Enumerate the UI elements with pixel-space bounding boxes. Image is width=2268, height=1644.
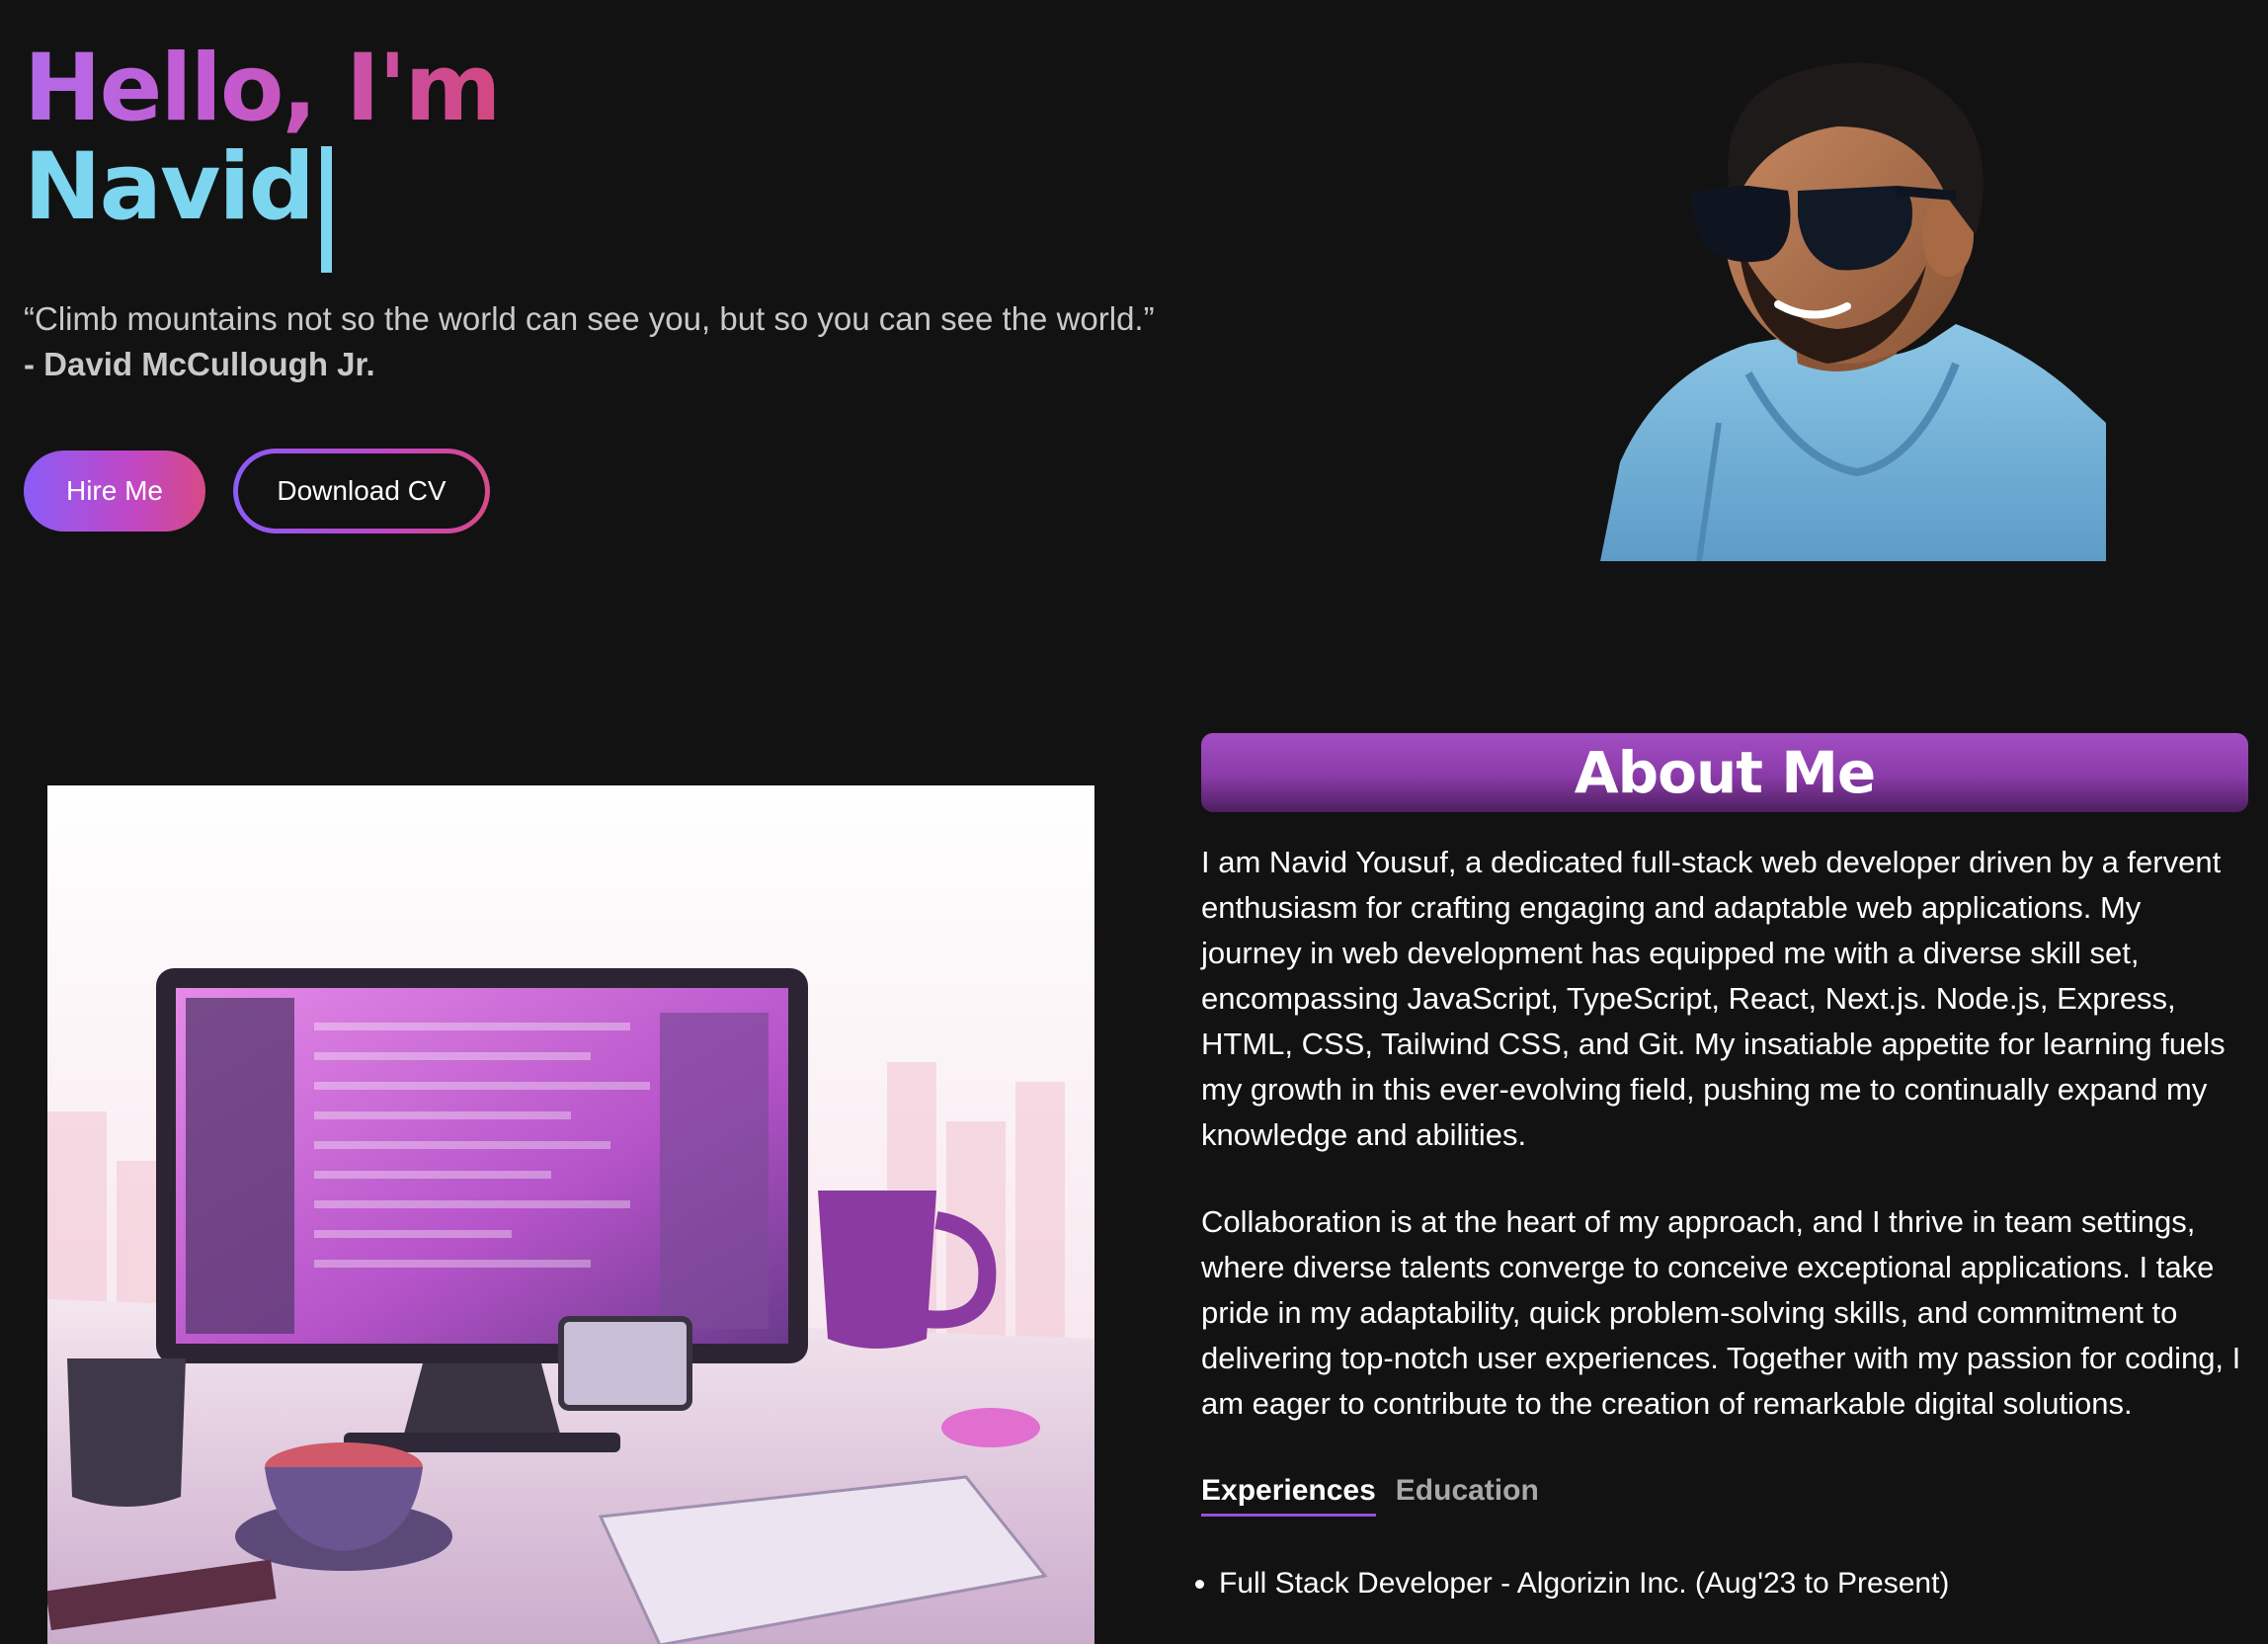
- workspace-illustration: [47, 785, 1094, 1644]
- avatar: [1600, 47, 2106, 562]
- download-cv-border: Download CV: [233, 449, 490, 534]
- typing-cursor: [320, 146, 332, 273]
- hero-greeting: Hello, I'm: [24, 35, 502, 142]
- hero-name: Navid: [24, 133, 315, 241]
- about-paragraph-1: I am Navid Yousuf, a dedicated full-stac…: [1201, 845, 2226, 1152]
- hero-name-line: Navid: [24, 138, 1407, 273]
- portrait-illustration-icon: [1600, 62, 2106, 562]
- hero-section: Hello, I'm Navid “Climb mountains not so…: [24, 40, 1407, 534]
- about-section: About Me I am Navid Yousuf, a dedicated …: [1201, 733, 2248, 1603]
- hero-buttons: Hire Me Download CV: [24, 449, 1407, 534]
- hero-quote-author: - David McCullough Jr.: [24, 346, 375, 382]
- about-paragraph-2: Collaboration is at the heart of my appr…: [1201, 1204, 2241, 1421]
- about-header: About Me: [1201, 733, 2248, 812]
- desk-computer-illustration-icon: [47, 785, 1094, 1644]
- portfolio-page: Hello, I'm Navid “Climb mountains not so…: [0, 0, 2268, 1644]
- tab-experiences[interactable]: Experiences: [1201, 1474, 1376, 1517]
- list-item: Full Stack Developer - Algorizin Inc. (A…: [1219, 1564, 2248, 1603]
- hero-title: Hello, I'm Navid: [24, 40, 1407, 273]
- about-title: About Me: [1574, 739, 1877, 806]
- download-cv-button[interactable]: Download CV: [238, 453, 485, 529]
- about-tabs: Experiences Education: [1201, 1474, 2248, 1517]
- hero-quote: “Climb mountains not so the world can se…: [24, 300, 1155, 337]
- tab-education[interactable]: Education: [1396, 1474, 1539, 1517]
- hire-me-button[interactable]: Hire Me: [24, 451, 205, 532]
- experience-list: Full Stack Developer - Algorizin Inc. (A…: [1201, 1564, 2248, 1603]
